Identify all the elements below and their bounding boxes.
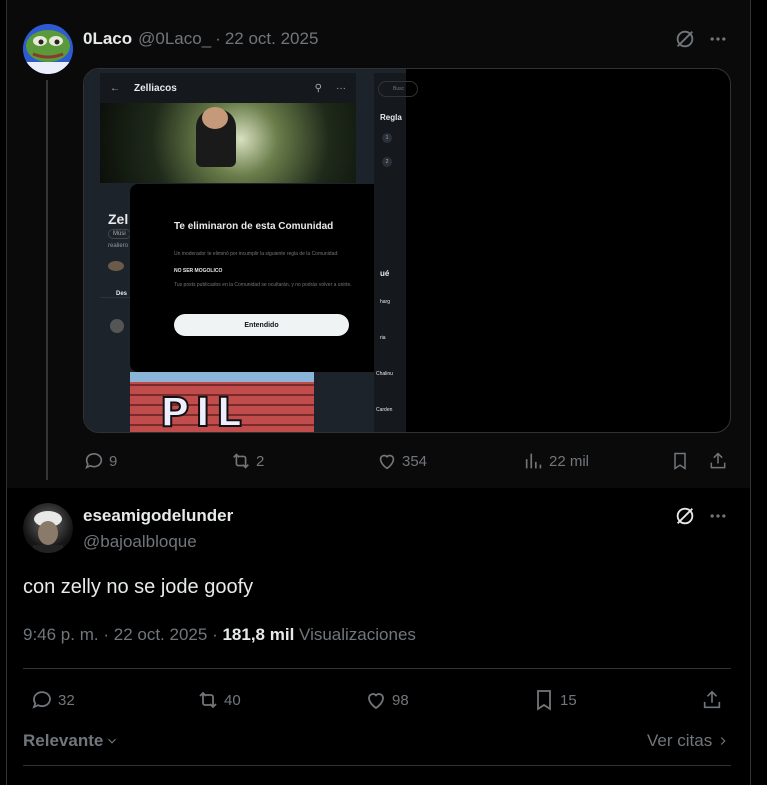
right-item-4: Carden <box>376 407 393 413</box>
main-like-count: 98 <box>392 691 409 709</box>
tweet-date[interactable]: 22 oct. 2025 <box>114 625 208 644</box>
grok-icon[interactable] <box>673 27 697 51</box>
partial-desc: realiero <box>108 243 129 249</box>
main-bookmark-count: 15 <box>560 691 577 709</box>
chevron-right-icon <box>721 737 726 745</box>
modal-body: Un moderador te eliminó por incumplir la… <box>174 251 339 257</box>
tweet-media-image[interactable]: ← Zelliacos ⚲ ··· Zel Músi realiero Des … <box>83 68 731 433</box>
community-name: Zelliacos <box>134 82 177 94</box>
main-reply-count: 32 <box>58 691 75 709</box>
tweet-text: con zelly no se jode goofy <box>23 576 254 598</box>
parent-header: 0Laco @0Laco_ · 22 oct. 2025 <box>83 29 318 49</box>
chevron-down-icon <box>108 738 117 744</box>
bookmark-icon <box>537 690 551 711</box>
heart-icon <box>368 693 384 710</box>
screenshot-panel: ← Zelliacos ⚲ ··· Zel Músi realiero Des … <box>84 69 418 433</box>
parent-avatar[interactable] <box>23 24 73 74</box>
repost-count: 2 <box>256 452 265 470</box>
repost-icon <box>199 691 217 709</box>
share-button[interactable] <box>707 450 729 472</box>
back-arrow-icon: ← <box>110 82 120 94</box>
heart-icon <box>379 454 395 470</box>
sidebar-search: Busc <box>378 81 418 97</box>
reply-button[interactable]: 9 <box>83 450 117 472</box>
partial-title: Zel <box>108 211 129 227</box>
reply-icon <box>32 691 51 709</box>
reply-count: 9 <box>109 452 118 470</box>
main-repost-count: 40 <box>224 691 241 709</box>
divider-top <box>23 668 731 669</box>
views-count: 22 mil <box>549 452 590 470</box>
main-avatar[interactable] <box>23 503 73 553</box>
reply-icon <box>85 452 103 469</box>
parent-name[interactable]: 0Laco <box>83 29 132 49</box>
views-total: 181,8 mil <box>222 625 295 644</box>
main-like-button[interactable]: 98 <box>364 688 409 712</box>
performer-head <box>202 107 228 129</box>
right-section-title: ué <box>380 269 390 278</box>
modal-note: Tus posts publicados en la Comunidad se … <box>174 282 352 288</box>
modal-title: Te eliminaron de esta Comunidad <box>174 221 334 232</box>
separator-dot: · <box>215 29 221 48</box>
removed-modal: Te eliminaron de esta Comunidad Un moder… <box>130 184 392 372</box>
share-icon <box>710 452 726 469</box>
sort-label: Relevante <box>23 731 104 750</box>
sky-strip <box>130 372 314 382</box>
more-dots-icon: ··· <box>336 82 346 94</box>
post-avatar <box>110 319 124 333</box>
rule-number-2: 2 <box>382 157 392 167</box>
repost-button[interactable]: 2 <box>230 450 264 472</box>
analytics-icon <box>525 453 542 469</box>
column-border-right <box>750 0 751 785</box>
frog-avatar-icon <box>23 24 73 74</box>
modal-rule: NO SER MOGOLICO <box>174 268 223 274</box>
tweet-time[interactable]: 9:46 p. m. <box>23 625 99 644</box>
more-icon[interactable] <box>706 504 730 528</box>
main-author-name[interactable]: eseamigodelunder <box>83 506 233 526</box>
main-share-button[interactable] <box>700 688 724 712</box>
bookmark-icon <box>674 452 686 470</box>
view-quotes-link[interactable]: Ver citas <box>647 731 730 751</box>
like-button[interactable]: 354 <box>376 450 427 472</box>
grok-icon[interactable] <box>673 504 697 528</box>
bookmark-button[interactable] <box>669 450 691 472</box>
like-count: 354 <box>402 452 428 470</box>
graffiti-image: PIL <box>130 372 314 433</box>
parent-date[interactable]: 22 oct. 2025 <box>225 29 319 49</box>
sort-replies-dropdown[interactable]: Relevante <box>23 731 119 751</box>
meta-dot: · <box>103 625 110 644</box>
thread-line <box>46 80 48 480</box>
meta-dot-2: · <box>212 625 218 644</box>
right-sidebar-sliver: Busc Regla 1 2 ué harg ria Chalinu Carde… <box>374 73 418 432</box>
more-icon[interactable] <box>706 27 730 51</box>
user-photo-avatar-icon <box>23 503 73 553</box>
rule-number-1: 1 <box>382 133 392 143</box>
repost-icon <box>233 453 249 469</box>
main-author-handle[interactable]: @bajoalbloque <box>83 532 197 552</box>
views-button[interactable]: 22 mil <box>523 450 589 472</box>
modal-understood-button[interactable]: Entendido <box>174 314 349 336</box>
divider-bottom <box>23 765 731 766</box>
partial-chip: Músi <box>108 229 131 239</box>
right-item-1: harg <box>380 299 391 305</box>
parent-handle[interactable]: @0Laco_ <box>138 29 211 49</box>
graffiti-letters: PIL <box>159 389 248 433</box>
right-item-2: ria <box>380 335 386 341</box>
share-icon <box>703 690 721 709</box>
members-avatars <box>108 261 124 271</box>
views-label: Visualizaciones <box>299 625 416 644</box>
search-icon: ⚲ <box>314 82 322 94</box>
view-quotes-label: Ver citas <box>647 731 713 750</box>
main-bookmark-button[interactable]: 15 <box>532 688 577 712</box>
right-item-3: Chalinu <box>376 371 393 377</box>
main-repost-button[interactable]: 40 <box>196 688 241 712</box>
tweet-meta: 9:46 p. m. · 22 oct. 2025 · 181,8 mil Vi… <box>23 625 416 645</box>
community-header: ← Zelliacos ⚲ ··· <box>100 73 356 103</box>
rules-header: Regla <box>380 113 402 122</box>
main-reply-button[interactable]: 32 <box>30 688 75 712</box>
community-banner <box>100 103 356 183</box>
